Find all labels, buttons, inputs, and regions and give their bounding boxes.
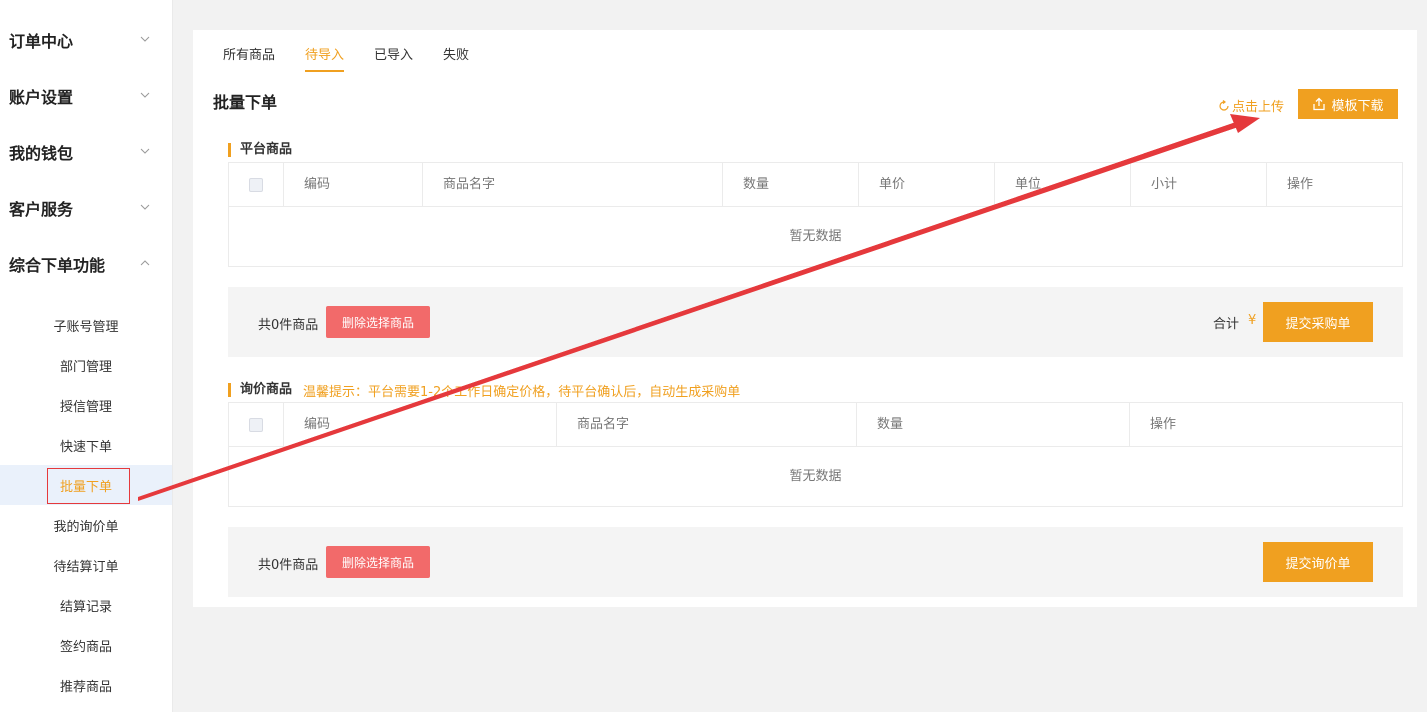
chevron-down-icon — [140, 202, 150, 212]
tab-imported[interactable]: 已导入 — [374, 44, 413, 72]
tab-pending-import[interactable]: 待导入 — [305, 44, 345, 72]
sidebar-group-order-center[interactable]: 订单中心 — [0, 12, 172, 68]
sidebar-item-label: 结算记录 — [59, 599, 112, 615]
sidebar-group-label: 我的钱包 — [9, 144, 74, 163]
sidebar-group-ordering[interactable]: 综合下单功能 — [0, 236, 172, 292]
table-header: 编码 商品名字 数量 操作 — [229, 403, 1402, 447]
total-currency: ¥ — [1248, 313, 1257, 328]
upload-link-label: 点击上传 — [1232, 100, 1285, 115]
select-all-checkbox[interactable] — [249, 178, 263, 192]
sidebar-group-customer-service[interactable]: 客户服务 — [0, 180, 172, 236]
page-title: 批量下单 — [213, 93, 278, 112]
table-header: 编码 商品名字 数量 单价 单位 小计 操作 — [229, 163, 1402, 207]
template-download-button[interactable]: 模板下载 — [1298, 89, 1398, 119]
sidebar-item-label: 子账号管理 — [53, 319, 119, 335]
sidebar-item-my-inquiries[interactable]: 我的询价单 — [0, 505, 172, 545]
select-all-checkbox[interactable] — [249, 418, 263, 432]
upload-link[interactable]: 点击上传 — [1218, 96, 1284, 115]
inquiry-warning: 温馨提示：平台需要1-2个工作日确定价格，待平台确认后，自动生成采购单 — [303, 385, 741, 400]
tab-all-products[interactable]: 所有商品 — [223, 44, 275, 72]
platform-table: 编码 商品名字 数量 单价 单位 小计 操作 暂无数据 — [228, 162, 1403, 267]
column-header: 数量 — [857, 403, 1130, 447]
sidebar-group-account-settings[interactable]: 账户设置 — [0, 68, 172, 124]
refresh-icon — [1218, 99, 1230, 112]
sidebar-item-pending-settlement[interactable]: 待结算订单 — [0, 545, 172, 585]
sidebar-item-label: 推荐商品 — [59, 679, 112, 695]
total-label: 合计 — [1213, 317, 1240, 332]
submit-inquiry-button[interactable]: 提交询价单 — [1263, 542, 1373, 582]
submit-purchase-order-button[interactable]: 提交采购单 — [1263, 302, 1373, 342]
column-header: 编码 — [284, 163, 423, 207]
column-header: 数量 — [723, 163, 859, 207]
sidebar-group-label: 综合下单功能 — [9, 256, 106, 275]
column-header: 商品名字 — [557, 403, 857, 447]
sidebar-item-label: 我的询价单 — [53, 519, 119, 535]
section-title-inquiry: 询价商品 — [228, 383, 292, 397]
column-header: 单位 — [995, 163, 1131, 207]
sidebar-item-label: 待结算订单 — [53, 559, 119, 575]
platform-action-bar: 共0件商品 删除选择商品 合计 ¥ 提交采购单 — [228, 287, 1403, 357]
section-title-platform: 平台商品 — [228, 143, 292, 157]
chevron-up-icon — [140, 258, 150, 268]
main-card: 所有商品 待导入 已导入 失败 批量下单 点击上传 模板下载 平台商品 编码 商… — [193, 30, 1417, 607]
tab-failed[interactable]: 失败 — [443, 44, 469, 72]
sidebar-item-contract-products[interactable]: 签约商品 — [0, 625, 172, 665]
sidebar-item-label: 授信管理 — [59, 399, 112, 415]
column-header: 操作 — [1287, 177, 1314, 192]
empty-placeholder: 暂无数据 — [789, 469, 842, 484]
select-all-cell — [229, 403, 284, 447]
sidebar-group-label: 账户设置 — [9, 88, 74, 107]
annotation-highlight-box — [47, 468, 130, 504]
sidebar-group-label: 订单中心 — [9, 32, 74, 51]
sidebar: 订单中心 账户设置 我的钱包 客户服务 综合下单功能 子账号管理 部门管理 授信… — [0, 0, 173, 712]
sidebar-group-label: 客户服务 — [9, 200, 74, 219]
sidebar-item-sub-accounts[interactable]: 子账号管理 — [0, 305, 172, 345]
item-count: 共0件商品 — [258, 558, 319, 573]
inquiry-table: 编码 商品名字 数量 操作 暂无数据 — [228, 402, 1403, 507]
column-header: 操作 — [1150, 417, 1177, 432]
chevron-down-icon — [140, 146, 150, 156]
delete-selected-button[interactable]: 删除选择商品 — [326, 546, 430, 578]
tab-bar: 所有商品 待导入 已导入 失败 — [223, 44, 499, 72]
empty-placeholder: 暂无数据 — [789, 229, 842, 244]
sidebar-item-credit[interactable]: 授信管理 — [0, 385, 172, 425]
sidebar-item-quick-order[interactable]: 快速下单 — [0, 425, 172, 465]
inquiry-action-bar: 共0件商品 删除选择商品 提交询价单 — [228, 527, 1403, 597]
sidebar-item-recommended[interactable]: 推荐商品 — [0, 665, 172, 705]
sidebar-item-label: 快速下单 — [59, 439, 112, 455]
column-header: 单价 — [859, 163, 995, 207]
column-header: 商品名字 — [423, 163, 723, 207]
sidebar-group-wallet[interactable]: 我的钱包 — [0, 124, 172, 180]
delete-selected-button[interactable]: 删除选择商品 — [326, 306, 430, 338]
template-download-label: 模板下载 — [1331, 98, 1384, 114]
sidebar-item-label: 部门管理 — [59, 359, 112, 375]
share-upload-icon — [1312, 97, 1326, 111]
chevron-down-icon — [140, 34, 150, 44]
select-all-cell — [229, 163, 284, 207]
sidebar-item-label: 签约商品 — [59, 639, 112, 655]
sidebar-item-settlement-records[interactable]: 结算记录 — [0, 585, 172, 625]
sidebar-item-departments[interactable]: 部门管理 — [0, 345, 172, 385]
column-header: 小计 — [1131, 163, 1267, 207]
item-count: 共0件商品 — [258, 318, 319, 333]
chevron-down-icon — [140, 90, 150, 100]
column-header: 编码 — [284, 403, 557, 447]
